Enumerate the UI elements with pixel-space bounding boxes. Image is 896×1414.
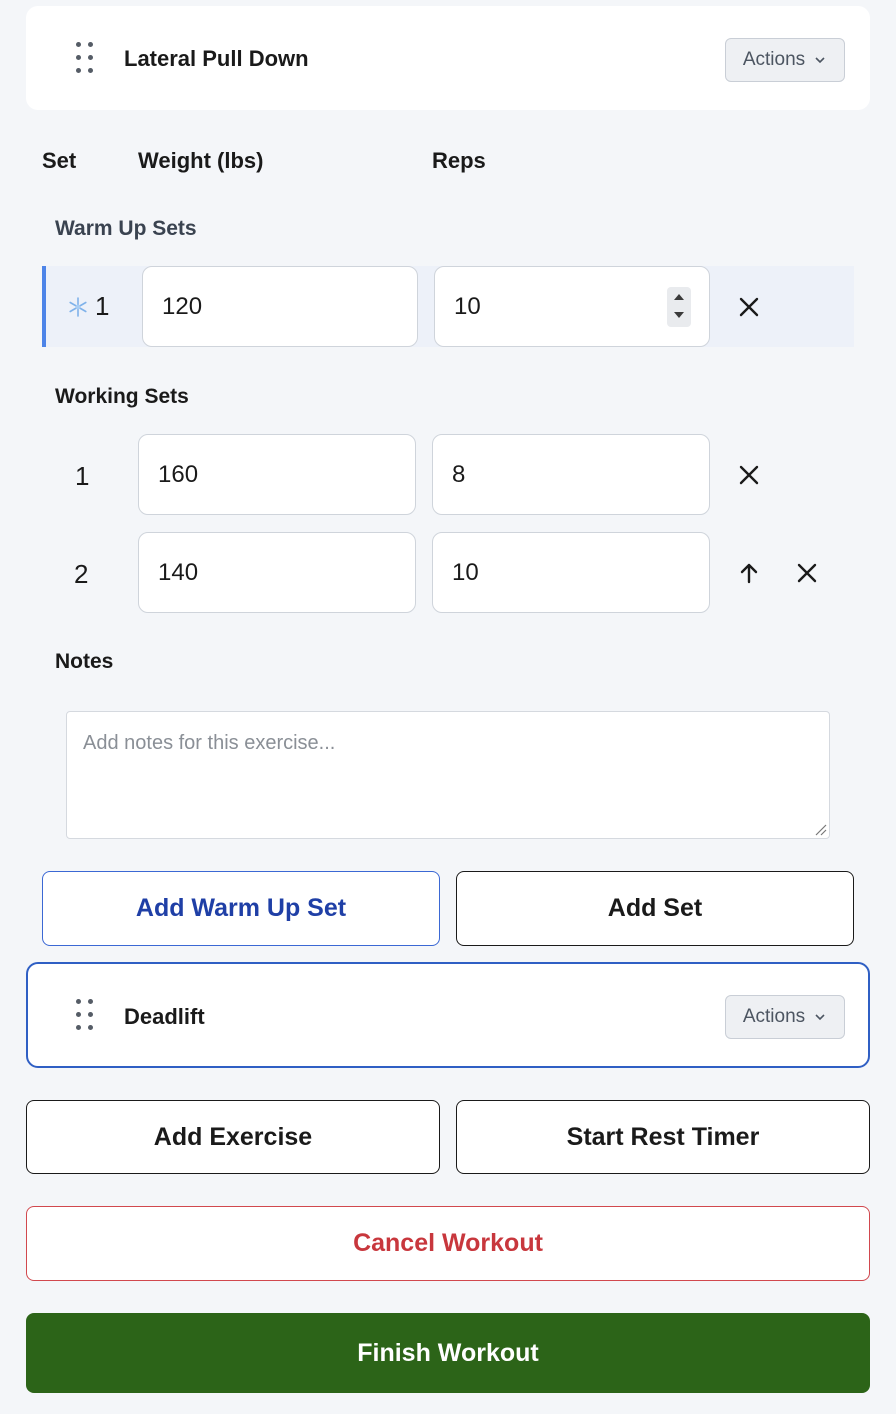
close-icon: [797, 563, 817, 583]
reps-stepper[interactable]: [667, 287, 691, 327]
reps-input[interactable]: 10: [432, 532, 710, 613]
column-header-set: Set: [42, 148, 77, 173]
finish-workout-button[interactable]: Finish Workout: [26, 1313, 870, 1393]
close-icon: [739, 465, 759, 485]
set-number: 2: [74, 559, 89, 589]
add-exercise-button[interactable]: Add Exercise: [26, 1100, 440, 1174]
resize-handle-icon[interactable]: [813, 822, 827, 836]
set-number: 1: [95, 291, 110, 321]
notes-label: Notes: [55, 650, 114, 673]
working-sets-label: Working Sets: [55, 385, 189, 408]
exercise-title: Lateral Pull Down: [124, 46, 309, 71]
weight-input[interactable]: 120: [142, 266, 418, 347]
actions-label: Actions: [742, 1006, 806, 1027]
weight-input[interactable]: 140: [138, 532, 416, 613]
exercise-card-lateral-pull-down: Lateral Pull Down Actions: [26, 6, 870, 110]
stepper-down-icon[interactable]: [673, 311, 685, 319]
notes-textarea[interactable]: Add notes for this exercise...: [66, 711, 830, 839]
reps-value: 10: [454, 292, 481, 320]
actions-label: Actions: [742, 49, 806, 70]
weight-input[interactable]: 160: [138, 434, 416, 515]
reps-input[interactable]: 8: [432, 434, 710, 515]
actions-button[interactable]: Actions: [725, 995, 845, 1039]
start-rest-timer-button[interactable]: Start Rest Timer: [456, 1100, 870, 1174]
exercise-card-deadlift: Deadlift Actions: [26, 962, 870, 1068]
notes-placeholder: Add notes for this exercise...: [83, 732, 336, 754]
drag-handle-icon[interactable]: [76, 999, 96, 1035]
remove-set-button[interactable]: [735, 293, 763, 321]
stepper-up-icon[interactable]: [673, 293, 685, 301]
close-icon: [739, 297, 759, 317]
remove-set-button[interactable]: [735, 461, 763, 489]
column-header-weight: Weight (lbs): [138, 148, 264, 173]
set-number: 1: [75, 461, 90, 491]
move-set-up-button[interactable]: [735, 559, 763, 587]
cancel-workout-button[interactable]: Cancel Workout: [26, 1206, 870, 1281]
chevron-down-icon: [815, 1014, 825, 1021]
reps-input[interactable]: 10: [434, 266, 710, 347]
snowflake-icon: [69, 297, 87, 317]
add-set-button[interactable]: Add Set: [456, 871, 854, 946]
warmup-sets-label: Warm Up Sets: [55, 217, 197, 240]
drag-handle-icon[interactable]: [76, 42, 96, 78]
actions-button[interactable]: Actions: [725, 38, 845, 82]
exercise-title: Deadlift: [124, 1004, 205, 1029]
arrow-up-icon: [740, 563, 758, 584]
add-warmup-set-button[interactable]: Add Warm Up Set: [42, 871, 440, 946]
remove-set-button[interactable]: [793, 559, 821, 587]
chevron-down-icon: [815, 57, 825, 64]
column-header-reps: Reps: [432, 148, 486, 173]
